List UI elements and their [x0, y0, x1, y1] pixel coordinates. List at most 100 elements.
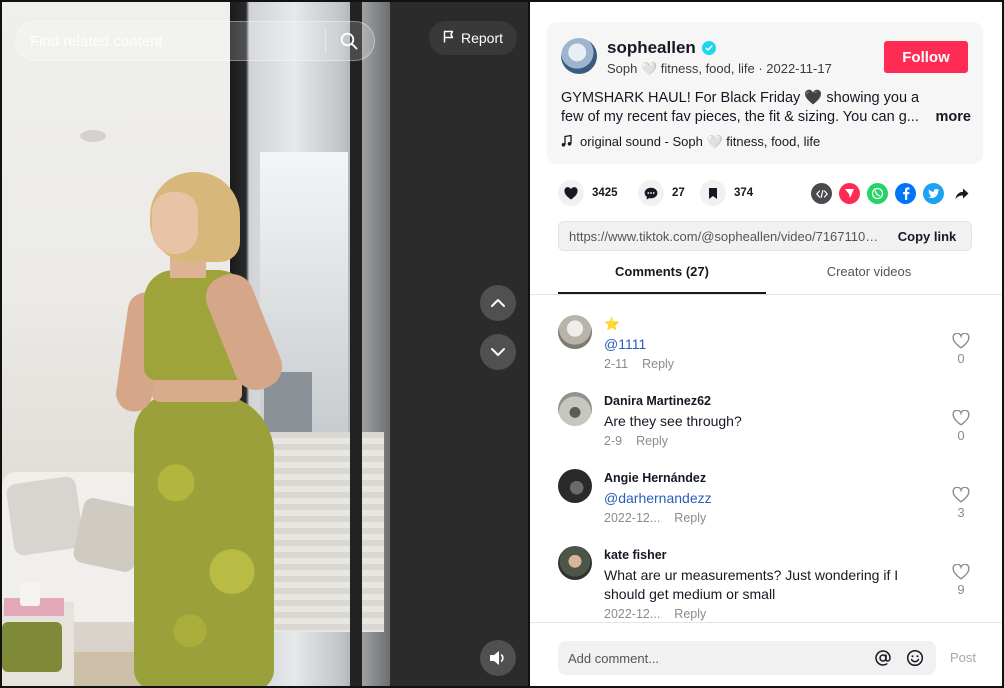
comment-button[interactable]: 27 [638, 180, 685, 206]
side-panel: sopheallen Soph 🤍 fitness, food, life · … [530, 0, 1004, 688]
search-bar[interactable] [15, 21, 375, 61]
embed-icon[interactable] [811, 183, 832, 204]
heart-outline-icon [952, 564, 970, 580]
author-avatar[interactable] [561, 38, 597, 74]
caption-line: few of my recent fav pieces, the fit & s… [561, 108, 971, 127]
copy-link-button[interactable]: Copy link [883, 229, 971, 244]
video-frame[interactable] [2, 2, 390, 686]
reply-button[interactable]: Reply [642, 357, 674, 371]
video-link-row: https://www.tiktok.com/@sopheallen/video… [558, 221, 972, 251]
commenter-name[interactable]: Danira Martinez62 [604, 394, 711, 408]
chevron-down-icon [491, 348, 505, 356]
report-button[interactable]: Report [429, 21, 518, 55]
tab-comments[interactable]: Comments (27) [558, 264, 766, 294]
video-scene-frame [350, 2, 362, 686]
video-link-text[interactable]: https://www.tiktok.com/@sopheallen/video… [559, 229, 883, 244]
post-button[interactable]: Post [950, 650, 976, 665]
tabs-divider [530, 294, 1002, 295]
commenter-avatar[interactable] [558, 315, 592, 349]
previous-video-button[interactable] [480, 285, 516, 321]
comment-meta: 2022-12... Reply [604, 511, 706, 525]
video-scene-cloth [2, 622, 62, 672]
author-card: sopheallen Soph 🤍 fitness, food, life · … [547, 22, 983, 164]
comment-like-button[interactable]: 0 [952, 410, 970, 443]
video-scene-candle [20, 582, 40, 606]
comment-text[interactable]: @darhernandezz [604, 489, 924, 508]
commenter-avatar[interactable] [558, 469, 592, 503]
heart-outline-icon [952, 333, 970, 349]
comment-meta: 2022-12... Reply [604, 607, 706, 621]
commenter-name[interactable]: kate fisher [604, 548, 667, 562]
video-caption: GYMSHARK HAUL! For Black Friday 🖤 showin… [561, 89, 971, 127]
search-input[interactable] [30, 32, 317, 50]
heart-outline-icon [952, 487, 970, 503]
video-scene-detector [80, 130, 106, 142]
comment-text[interactable]: @1111 [604, 335, 924, 354]
comment-like-count: 3 [957, 505, 965, 520]
compose-divider [530, 622, 1002, 623]
follow-button[interactable]: Follow [884, 41, 968, 73]
reply-button[interactable]: Reply [674, 607, 706, 621]
comment-count: 27 [672, 187, 685, 199]
music-title[interactable]: original sound - Soph 🤍 fitness, food, l… [580, 134, 820, 150]
commenter-name[interactable]: Angie Hernández [604, 471, 706, 485]
video-person-face [152, 192, 198, 254]
music-note-icon [561, 134, 572, 150]
verified-badge-icon [701, 41, 716, 55]
flag-icon [443, 30, 455, 46]
comment-date: 2022-12... [604, 511, 661, 525]
like-count: 3425 [592, 187, 618, 199]
video-player[interactable]: Report [0, 0, 530, 688]
author-username[interactable]: sopheallen [607, 38, 696, 58]
music-row[interactable]: original sound - Soph 🤍 fitness, food, l… [561, 134, 820, 150]
comment-input-box[interactable] [558, 641, 936, 675]
send-to-friends-icon[interactable] [839, 183, 860, 204]
commenter-avatar[interactable] [558, 546, 592, 580]
comment-meta: 2-11 Reply [604, 357, 674, 371]
comment-like-count: 0 [957, 428, 965, 443]
emoji-icon[interactable] [904, 647, 926, 669]
report-label: Report [461, 30, 504, 46]
facebook-icon[interactable] [895, 183, 916, 204]
comment-bubble-icon [638, 180, 664, 206]
comment-like-button[interactable]: 9 [952, 564, 970, 597]
save-button[interactable]: 374 [700, 180, 753, 206]
volume-icon [490, 651, 504, 665]
comment-date: 2-9 [604, 434, 623, 448]
comment-like-count: 0 [957, 351, 965, 366]
comment-date: 2-11 [604, 357, 629, 371]
volume-button[interactable] [480, 640, 516, 676]
comment-like-button[interactable]: 3 [952, 487, 970, 520]
video-scene-balcony [264, 432, 384, 632]
reply-button[interactable]: Reply [674, 511, 706, 525]
commenter-name[interactable]: ⭐ [604, 317, 620, 332]
more-link[interactable]: more [936, 108, 971, 127]
heart-outline-icon [952, 410, 970, 426]
comment-meta: 2-9 Reply [604, 434, 668, 448]
reply-button[interactable]: Reply [636, 434, 668, 448]
search-icon[interactable] [338, 30, 360, 52]
mention-icon[interactable] [872, 647, 894, 669]
commenter-avatar[interactable] [558, 392, 592, 426]
share-arrow-icon[interactable] [951, 183, 972, 204]
caption-text: few of my recent fav pieces, the fit & s… [561, 109, 919, 125]
whatsapp-icon[interactable] [867, 183, 888, 204]
comment-text: Are they see through? [604, 413, 742, 429]
tab-creator-videos[interactable]: Creator videos [766, 264, 972, 294]
caption-line: GYMSHARK HAUL! For Black Friday 🖤 showin… [561, 90, 920, 106]
heart-icon [558, 180, 584, 206]
author-name-row[interactable]: sopheallen [607, 38, 716, 58]
comment-input[interactable] [568, 650, 862, 666]
save-count: 374 [734, 187, 754, 199]
twitter-icon[interactable] [923, 183, 944, 204]
bookmark-icon [700, 180, 726, 206]
video-scene-cushion [5, 475, 85, 557]
comment-like-count: 9 [957, 582, 965, 597]
like-button[interactable]: 3425 [558, 180, 618, 206]
comment-like-button[interactable]: 0 [952, 333, 970, 366]
next-video-button[interactable] [480, 334, 516, 370]
author-subtitle: Soph 🤍 fitness, food, life · 2022-11-17 [607, 61, 832, 76]
search-divider [325, 29, 326, 53]
comment-date: 2022-12... [604, 607, 661, 621]
video-person-legs [134, 394, 274, 686]
